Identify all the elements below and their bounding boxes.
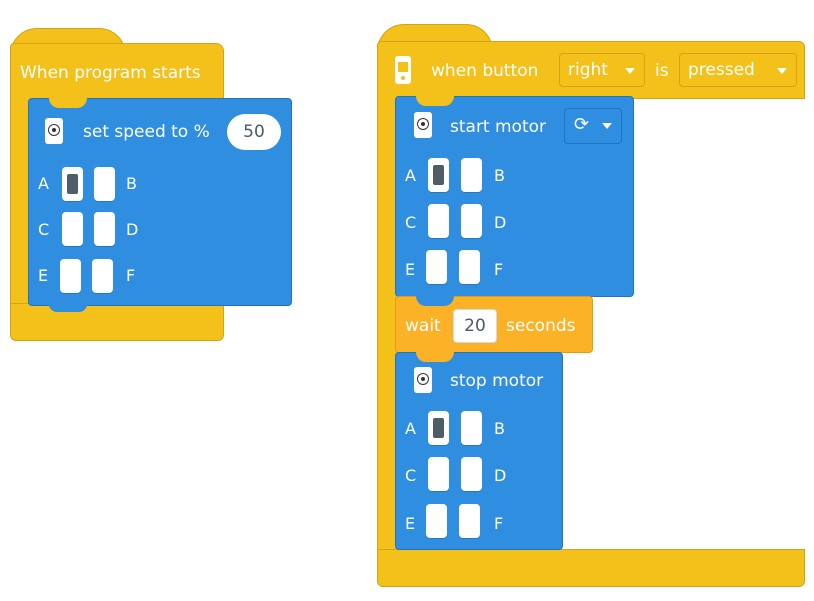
port-label-e: E <box>405 514 416 533</box>
port-c-slot[interactable] <box>428 204 449 238</box>
stop-motor-label: stop motor <box>450 371 544 391</box>
port-d-slot[interactable] <box>94 212 115 246</box>
when-program-starts-block[interactable]: When program starts <box>10 43 224 101</box>
port-d-slot[interactable] <box>461 457 482 491</box>
port-label-a: A <box>405 419 416 438</box>
chevron-down-icon <box>625 68 635 74</box>
port-b-slot[interactable] <box>461 411 482 445</box>
port-label-e: E <box>38 266 49 285</box>
hat-when-label: when button <box>431 61 539 81</box>
motor-icon <box>414 367 432 393</box>
port-label-d: D <box>126 220 139 239</box>
port-e-slot[interactable] <box>426 250 447 284</box>
wait-value-input[interactable]: 20 <box>453 309 497 343</box>
port-label-d: D <box>494 213 507 232</box>
port-label-f: F <box>494 514 504 533</box>
port-label-b: B <box>494 419 505 438</box>
speed-value-input[interactable]: 50 <box>227 114 281 150</box>
port-label-b: B <box>494 166 505 185</box>
wait-label: wait <box>405 316 441 336</box>
c-wrap-bottom <box>10 303 224 341</box>
chevron-down-icon <box>602 123 612 129</box>
port-label-f: F <box>126 266 136 285</box>
port-c-slot[interactable] <box>62 212 83 246</box>
chevron-down-icon <box>777 68 787 74</box>
port-a-slot[interactable] <box>428 158 449 192</box>
set-speed-block[interactable]: set speed to % 50 A B C D E F <box>28 98 292 312</box>
port-label-c: C <box>38 220 50 239</box>
port-b-slot[interactable] <box>94 167 115 201</box>
when-button-pressed-block[interactable]: when button right is pressed <box>377 41 805 99</box>
port-label-c: C <box>405 213 417 232</box>
motor-icon <box>45 118 63 144</box>
button-select-dropdown[interactable]: right <box>559 53 645 87</box>
port-f-slot[interactable] <box>459 504 480 538</box>
port-label-b: B <box>126 174 137 193</box>
port-a-slot[interactable] <box>62 167 83 201</box>
set-speed-label: set speed to % <box>83 122 210 142</box>
port-label-a: A <box>38 174 49 193</box>
stop-motor-block[interactable]: stop motor A B C D E F <box>395 352 563 550</box>
motor-icon <box>414 112 432 138</box>
port-label-f: F <box>494 260 504 279</box>
port-b-slot[interactable] <box>461 158 482 192</box>
port-f-slot[interactable] <box>92 259 113 293</box>
state-select-dropdown[interactable]: pressed <box>679 53 797 87</box>
hat-label: When program starts <box>20 63 201 83</box>
port-e-slot[interactable] <box>426 504 447 538</box>
port-f-slot[interactable] <box>459 250 480 284</box>
port-label-e: E <box>405 260 416 279</box>
port-label-a: A <box>405 166 416 185</box>
port-a-slot[interactable] <box>428 411 449 445</box>
start-motor-block[interactable]: start motor ⟳ A B C D E F <box>395 96 634 297</box>
hub-icon <box>395 56 411 84</box>
c-wrap-bottom <box>377 549 805 587</box>
wait-seconds-block[interactable]: wait 20 seconds <box>395 296 593 353</box>
port-d-slot[interactable] <box>461 204 482 238</box>
direction-dropdown[interactable]: ⟳ <box>564 108 622 144</box>
clockwise-icon: ⟳ <box>574 114 590 135</box>
port-label-c: C <box>405 466 417 485</box>
start-motor-label: start motor <box>450 117 547 137</box>
port-label-d: D <box>494 466 507 485</box>
port-c-slot[interactable] <box>428 457 449 491</box>
port-e-slot[interactable] <box>60 259 81 293</box>
hat-is-label: is <box>655 61 669 81</box>
seconds-label: seconds <box>506 316 576 336</box>
